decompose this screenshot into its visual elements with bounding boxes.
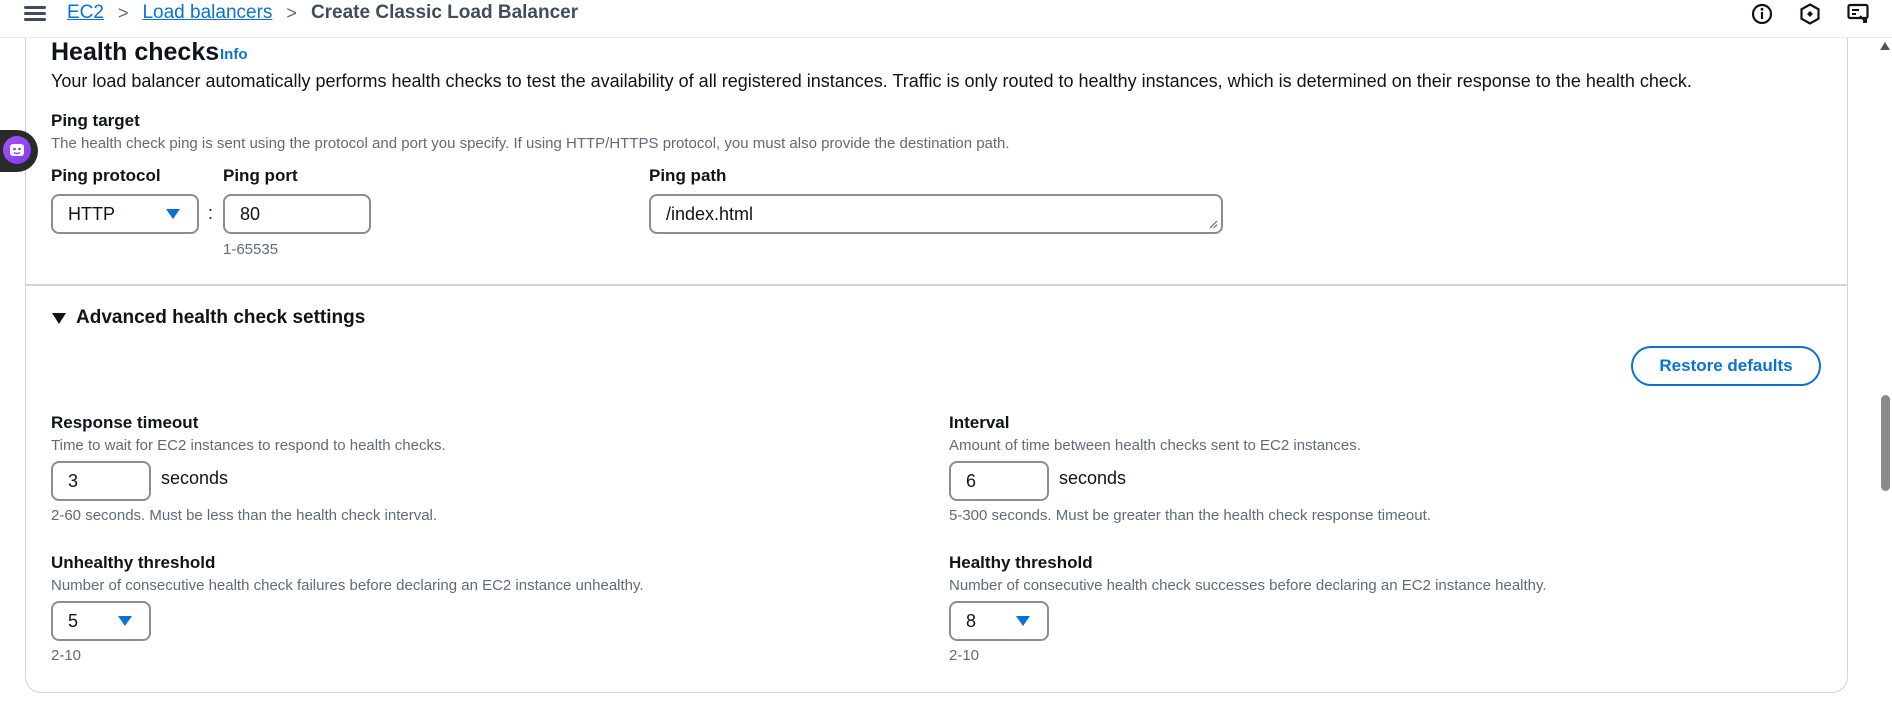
response-timeout-input[interactable]: 3 (51, 461, 151, 501)
health-checks-title: Health checks (51, 38, 220, 66)
advanced-settings-expander[interactable]: Advanced health check settings (52, 306, 365, 330)
scrollbar-thumb[interactable] (1881, 395, 1890, 491)
ping-port-hint: 1-65535 (223, 241, 279, 258)
breadcrumb: EC2 > Load balancers > Create Classic Lo… (67, 1, 578, 25)
ping-port-label: Ping port (223, 166, 298, 185)
healthy-threshold-select[interactable]: 8 (949, 601, 1049, 641)
caret-down-icon (52, 312, 66, 324)
unhealthy-threshold-hint: 2-10 (51, 647, 82, 664)
page-scrollbar[interactable] (1878, 38, 1892, 703)
ping-target-description: The health check ping is sent using the … (51, 135, 1010, 152)
breadcrumb-separator-icon: > (117, 2, 129, 23)
interval-value: 6 (966, 470, 977, 491)
interval-unit: seconds (1059, 468, 1127, 488)
chevron-down-icon (1016, 616, 1030, 626)
interval-description: Amount of time between health checks sen… (949, 437, 1361, 454)
resize-handle-icon[interactable] (1208, 219, 1218, 229)
ping-path-label: Ping path (649, 166, 727, 185)
hexagon-settings-icon[interactable] (1798, 2, 1822, 26)
response-timeout-hint: 2-60 seconds. Must be less than the heal… (51, 507, 438, 524)
unhealthy-threshold-select[interactable]: 5 (51, 601, 151, 641)
interval-hint: 5-300 seconds. Must be greater than the … (949, 507, 1431, 524)
breadcrumb-load-balancers-link[interactable]: Load balancers (142, 2, 272, 24)
ping-target-label: Ping target (51, 111, 140, 130)
healthy-threshold-hint: 2-10 (949, 647, 980, 664)
health-checks-description: Your load balancer automatically perform… (51, 71, 1692, 91)
protocol-port-separator: : (208, 203, 214, 223)
response-timeout-value: 3 (68, 470, 79, 491)
response-timeout-description: Time to wait for EC2 instances to respon… (51, 437, 446, 454)
unhealthy-threshold-description: Number of consecutive health check failu… (51, 577, 644, 594)
ping-protocol-value: HTTP (68, 203, 115, 224)
healthy-threshold-description: Number of consecutive health check succe… (949, 577, 1547, 594)
health-checks-info-link[interactable]: Info (220, 46, 248, 63)
healthy-threshold-value: 8 (966, 610, 977, 631)
assistant-bot-icon (3, 136, 31, 164)
ping-path-input[interactable]: /index.html (649, 194, 1223, 234)
advanced-settings-label: Advanced health check settings (76, 307, 366, 328)
interval-input[interactable]: 6 (949, 461, 1049, 501)
unhealthy-threshold-label: Unhealthy threshold (51, 553, 216, 572)
ping-protocol-select[interactable]: HTTP (51, 194, 199, 234)
breadcrumb-current-page: Create Classic Load Balancer (310, 2, 579, 23)
chevron-down-icon (166, 209, 180, 219)
restore-defaults-button[interactable]: Restore defaults (1631, 346, 1821, 386)
breadcrumb-ec2-link[interactable]: EC2 (67, 2, 104, 24)
top-navigation-bar: EC2 > Load balancers > Create Classic Lo… (0, 0, 1892, 38)
advanced-settings-panel (25, 285, 1848, 693)
unhealthy-threshold-value: 5 (68, 610, 79, 631)
screen-feedback-icon[interactable] (1846, 2, 1870, 26)
ping-port-input[interactable]: 80 (223, 194, 371, 234)
hamburger-menu-icon[interactable] (24, 3, 46, 23)
ping-port-value: 80 (240, 203, 261, 224)
info-circle-icon[interactable] (1750, 2, 1774, 26)
healthy-threshold-label: Healthy threshold (949, 553, 1093, 572)
response-timeout-unit: seconds (161, 468, 229, 488)
response-timeout-label: Response timeout (51, 413, 199, 432)
ping-path-value: /index.html (666, 203, 754, 224)
ping-protocol-label: Ping protocol (51, 166, 161, 185)
breadcrumb-separator-icon: > (286, 2, 297, 23)
chevron-down-icon (118, 616, 132, 626)
scroll-up-arrow-icon[interactable] (1880, 42, 1890, 50)
interval-label: Interval (949, 413, 1010, 432)
